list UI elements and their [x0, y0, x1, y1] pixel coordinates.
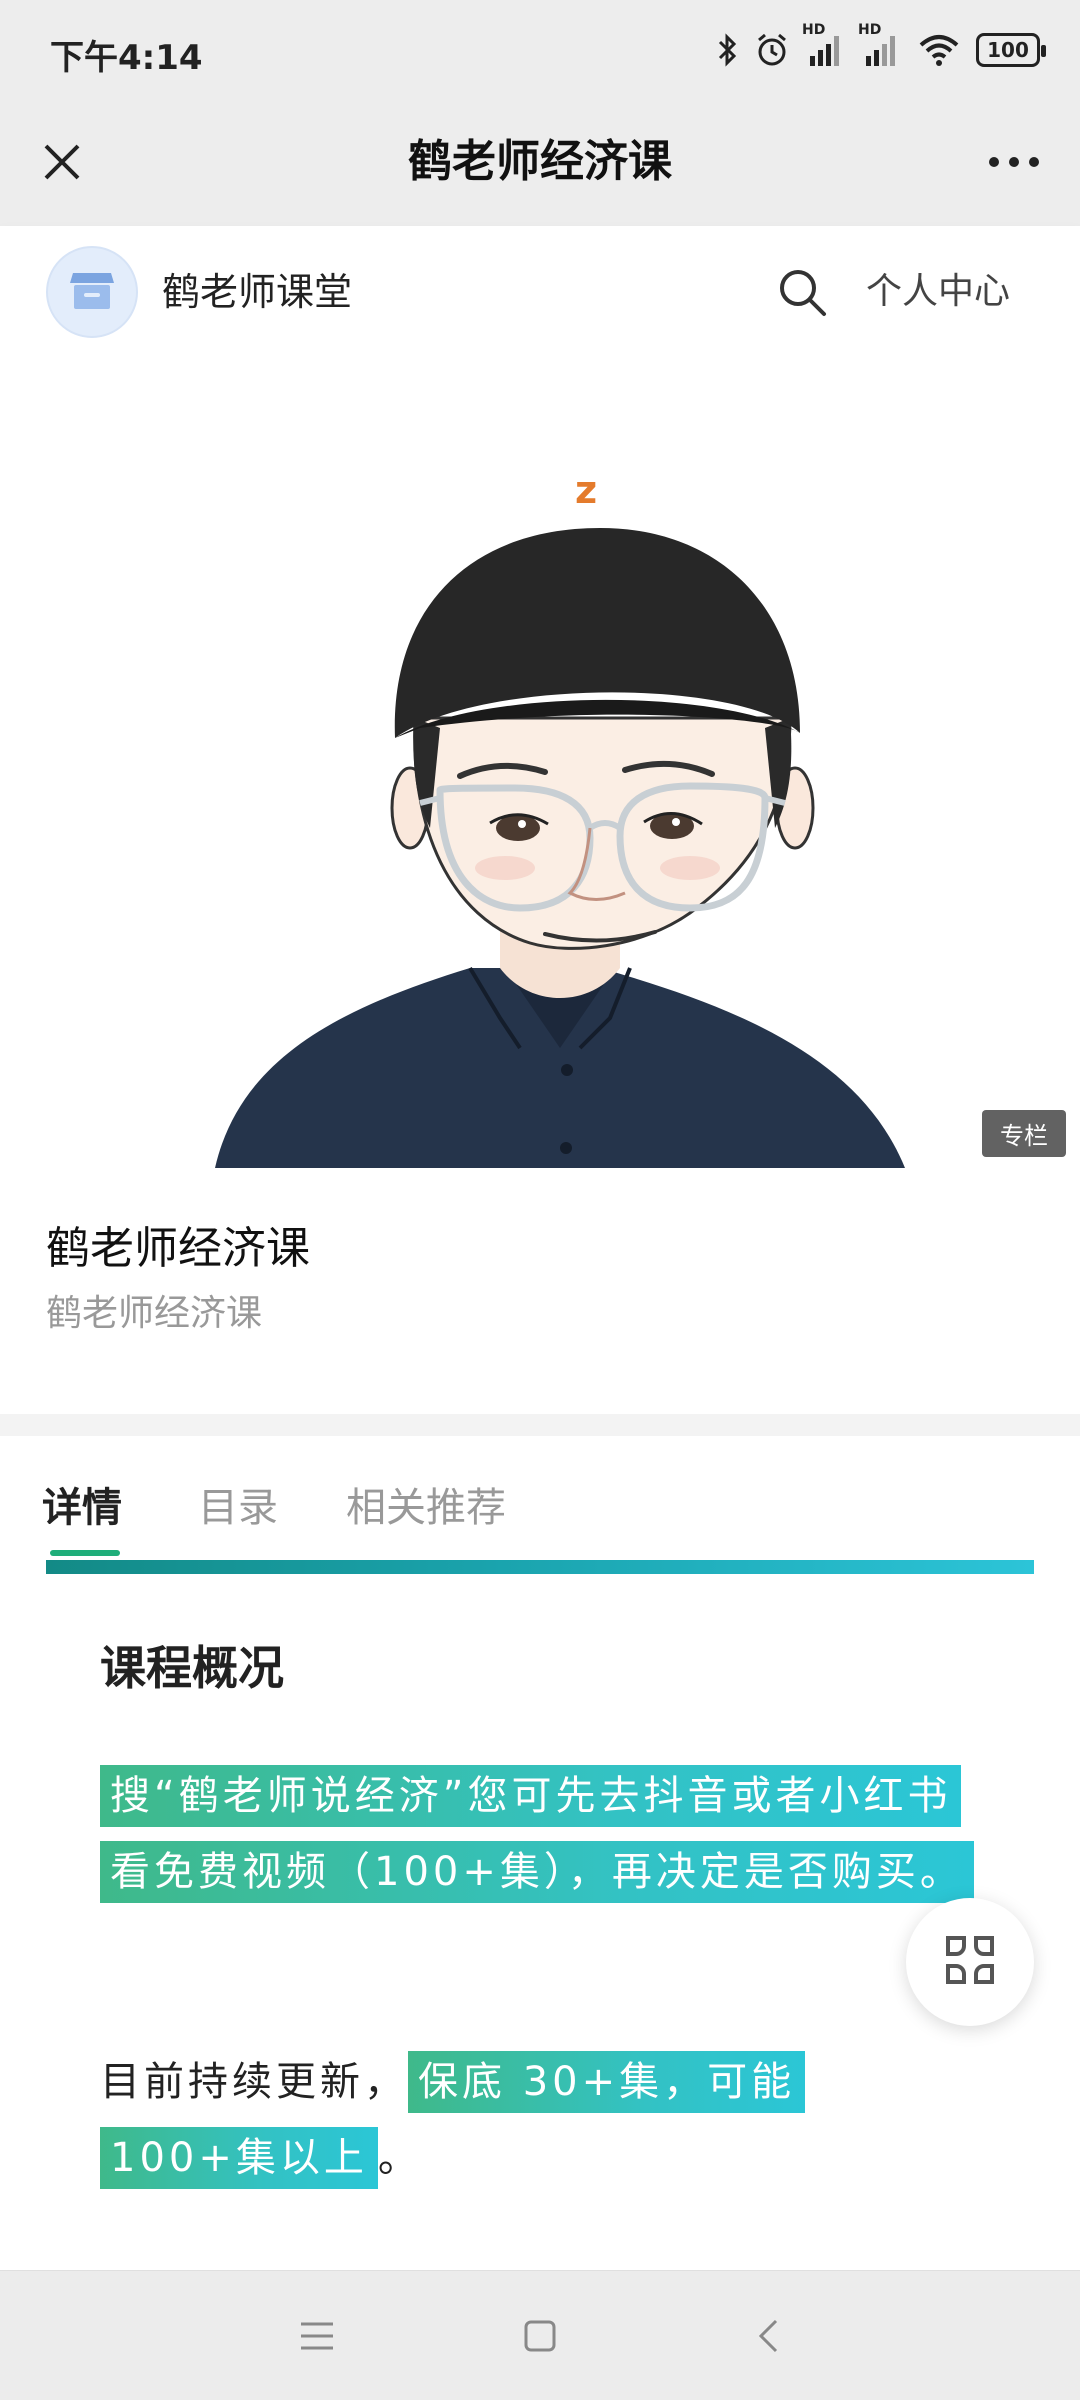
update-end: 。 [377, 2135, 422, 2181]
grid-icon [940, 1930, 1000, 1994]
home-icon[interactable] [515, 2311, 565, 2361]
battery-indicator: 100 [976, 33, 1046, 67]
signal-icon-1: HD [802, 22, 846, 68]
cap-logo: z [575, 468, 597, 512]
tab-catalog[interactable]: 目录 [198, 1476, 278, 1540]
wifi-icon [918, 33, 960, 67]
hd-label: HD [858, 22, 882, 38]
course-cover: z 专栏 [0, 358, 1080, 1168]
status-icons: HD HD 100 [716, 22, 1046, 72]
floating-menu-button[interactable] [906, 1898, 1034, 2026]
content-heading: 课程概况 [100, 1641, 284, 1695]
column-badge: 专栏 [982, 1110, 1066, 1157]
status-time: 下午4:14 [50, 38, 203, 78]
intro-paragraph: 搜“鹤老师说经济”您可先去抖音或者小红书看免费视频（100+集），再决定是否购买… [100, 1758, 980, 1910]
shop-avatar[interactable] [46, 246, 138, 338]
shop-name[interactable]: 鹤老师课堂 [162, 266, 352, 318]
tab-details[interactable]: 详情 [42, 1476, 122, 1540]
store-icon [69, 269, 115, 315]
system-nav-bar [0, 2270, 1080, 2400]
shop-header: 鹤老师课堂 个人中心 [0, 226, 1080, 358]
nav-bar: 鹤老师经济课 [0, 100, 1080, 226]
alarm-icon [754, 32, 790, 68]
tab-recommend[interactable]: 相关推荐 [346, 1476, 506, 1540]
tab-bar: 详情 目录 相关推荐 [0, 1436, 1080, 1576]
cover-illustration: z [215, 468, 905, 1168]
bluetooth-icon [716, 32, 738, 68]
page-title: 鹤老师经济课 [408, 136, 672, 187]
back-icon[interactable] [743, 2311, 793, 2361]
hd-label: HD [802, 22, 826, 38]
status-bar: 下午4:14 HD HD 100 [0, 0, 1080, 100]
course-title: 鹤老师经济课 [46, 1223, 310, 1274]
signal-icon-2: HD [858, 22, 902, 68]
personal-center-link[interactable]: 个人中心 [866, 266, 1010, 318]
course-subtitle: 鹤老师经济课 [46, 1293, 263, 1334]
tab-indicator [50, 1550, 120, 1556]
section-divider [0, 1414, 1080, 1436]
more-icon[interactable] [982, 130, 1046, 194]
update-paragraph: 目前持续更新， 保底 30+集，可能 100+集以上。 [100, 2044, 980, 2196]
menu-icon[interactable] [292, 2311, 342, 2361]
search-icon[interactable] [774, 264, 830, 320]
update-text: 目前持续更新， [100, 2059, 408, 2105]
course-info: 鹤老师经济课 鹤老师经济课 [0, 1168, 1080, 1414]
gradient-divider [46, 1560, 1034, 1574]
highlight-text: 搜“鹤老师说经济”您可先去抖音或者小红书看免费视频（100+集），再决定是否购买… [100, 1765, 974, 1903]
